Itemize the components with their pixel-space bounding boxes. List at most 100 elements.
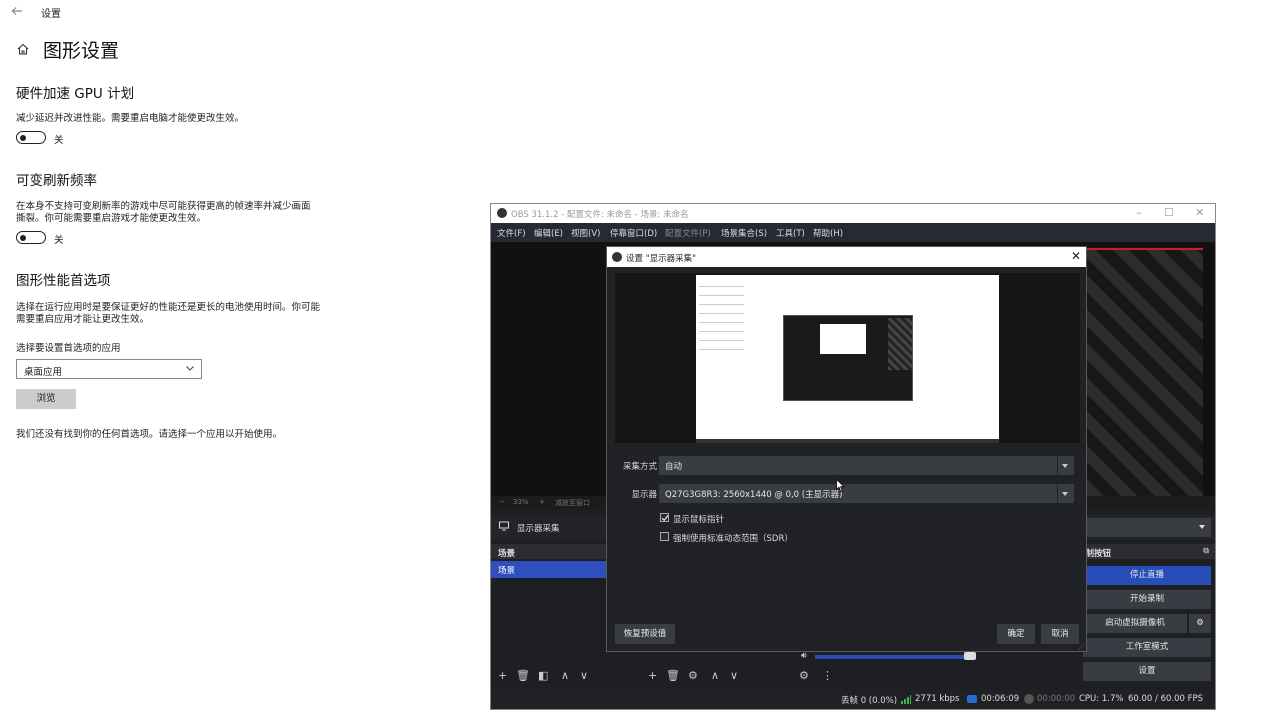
- scenes-dock-header: 场景: [491, 544, 606, 559]
- sources-toolbar: + 🗑︎ ⚙ ∧ ∨: [641, 667, 791, 687]
- perf-pref-title: 图形性能首选项: [16, 273, 111, 289]
- move-down-icon[interactable]: ∨: [580, 669, 588, 682]
- studio-mode-button[interactable]: 工作室模式: [1083, 638, 1211, 657]
- status-bar: 丢帧 0 (0.0%) 2771 kbps 00:06:09 00:00:00 …: [491, 690, 1215, 709]
- minimize-icon[interactable]: –: [1136, 206, 1142, 219]
- perf-pref-desc-line2: 需要重启应用才能让更改生效。: [16, 314, 150, 325]
- scene-item[interactable]: 场景: [491, 561, 606, 578]
- menu-tools[interactable]: 工具(T): [776, 227, 805, 239]
- settings-button[interactable]: 设置: [1083, 662, 1211, 681]
- remove-source-icon[interactable]: 🗑︎: [666, 669, 680, 682]
- add-scene-icon[interactable]: +: [498, 669, 507, 682]
- thumbnail-dialog: [820, 324, 866, 354]
- undock-icon[interactable]: ⧉: [1203, 546, 1209, 556]
- speaker-icon[interactable]: 🔊︎: [801, 651, 807, 661]
- chevron-down-icon: [1057, 456, 1071, 475]
- source-property-combo[interactable]: [1087, 518, 1211, 537]
- scenes-toolbar: + 🗑︎ ◧ ∧ ∨: [491, 667, 609, 687]
- chevron-down-icon: [1057, 484, 1071, 503]
- source-properties-dialog: 设置 "显示器采集" ✕ 采集方式 自动 显示器 Q27G3G8R3: 2560…: [606, 246, 1087, 652]
- menu-file[interactable]: 文件(F): [497, 227, 526, 239]
- zoom-fit-hint[interactable]: 减放至窗口: [555, 498, 590, 508]
- menu-profile[interactable]: 配置文件(P): [665, 227, 711, 239]
- obs-window-title: OBS 31.1.2 - 配置文件: 未命名 - 场景: 未命名: [511, 210, 689, 220]
- resize-grip-icon[interactable]: ⋰: [1078, 643, 1085, 651]
- move-down-icon[interactable]: ∨: [730, 669, 738, 682]
- vrr-title: 可变刷新频率: [16, 173, 97, 189]
- mixer-toolbar: ⚙ ⋮: [793, 667, 883, 687]
- display-label: 显示器: [631, 490, 657, 500]
- cpu-usage: CPU: 1.7%: [1079, 694, 1124, 704]
- controls-dock-header: 控制按钮 ⧉: [1077, 544, 1215, 559]
- record-time: 00:00:00: [1037, 694, 1076, 704]
- monitor-icon: [499, 521, 509, 534]
- obs-titlebar[interactable]: OBS 31.1.2 - 配置文件: 未命名 - 场景: 未命名 – ☐ ✕: [491, 204, 1215, 223]
- start-record-button[interactable]: 开始录制: [1083, 590, 1211, 609]
- cancel-button[interactable]: 取消: [1041, 624, 1079, 644]
- stream-icon: [967, 695, 977, 703]
- bitrate: 2771 kbps: [915, 694, 960, 704]
- show-cursor-label: 显示鼠标指针: [673, 515, 725, 525]
- display-select[interactable]: Q27G3G8R3: 2560x1440 @ 0,0 (主显示器): [659, 484, 1074, 503]
- menu-scene-collection[interactable]: 场景集合(S): [721, 227, 767, 239]
- remove-scene-icon[interactable]: 🗑︎: [516, 669, 530, 682]
- thumbnail-stripes: [888, 318, 912, 370]
- back-arrow-icon[interactable]: [10, 4, 24, 18]
- source-properties-gear-icon[interactable]: ⚙: [688, 669, 698, 682]
- page-title: 图形设置: [43, 40, 120, 62]
- show-cursor-checkbox[interactable]: [660, 513, 669, 522]
- mixer-menu-icon[interactable]: ⋮: [822, 669, 833, 682]
- menu-docks[interactable]: 停靠窗口(D): [610, 227, 657, 239]
- virtual-camera-settings-button[interactable]: ⚙: [1189, 614, 1211, 633]
- app-select-label: 选择要设置首选项的应用: [16, 343, 121, 354]
- move-up-icon[interactable]: ∧: [711, 669, 719, 682]
- force-sdr-label: 强制使用标准动态范围（SDR）: [673, 534, 793, 544]
- obs-logo-icon: [612, 252, 622, 262]
- close-icon[interactable]: ✕: [1195, 206, 1204, 219]
- checkmark-icon: [661, 515, 669, 522]
- zoom-out-icon[interactable]: −: [499, 498, 505, 506]
- live-indicator-line: [1087, 248, 1203, 250]
- capture-method-select[interactable]: 自动: [659, 456, 1074, 475]
- obs-menubar: 文件(F) 编辑(E) 视图(V) 停靠窗口(D) 配置文件(P) 场景集合(S…: [491, 223, 1215, 242]
- app-type-dropdown[interactable]: 桌面应用: [16, 359, 202, 379]
- display-value: Q27G3G8R3: 2560x1440 @ 0,0 (主显示器): [665, 490, 843, 500]
- preview-screen-thumbnail: [696, 275, 999, 443]
- fps-counter: 60.00 / 60.00 FPS: [1128, 694, 1204, 704]
- scene-filter-icon[interactable]: ◧: [538, 669, 548, 682]
- stop-stream-button[interactable]: 停止直播: [1083, 566, 1211, 585]
- no-preferences-message: 我们还没有找到你的任何首选项。请选择一个应用以开始使用。: [16, 429, 283, 440]
- menu-help[interactable]: 帮助(H): [813, 227, 843, 239]
- add-source-icon[interactable]: +: [648, 669, 657, 682]
- menu-view[interactable]: 视图(V): [571, 227, 600, 239]
- force-sdr-checkbox[interactable]: [660, 532, 669, 541]
- maximize-icon[interactable]: ☐: [1164, 206, 1174, 219]
- restore-defaults-button[interactable]: 恢复预设值: [615, 624, 675, 644]
- hardware-gpu-toggle[interactable]: [16, 131, 46, 144]
- zoom-in-icon[interactable]: +: [539, 498, 545, 506]
- preview-stripes: [1087, 248, 1203, 496]
- close-icon[interactable]: ✕: [1071, 249, 1081, 263]
- dialog-title: 设置 "显示器采集": [626, 254, 697, 264]
- app-type-dropdown-value: 桌面应用: [24, 367, 63, 378]
- obs-logo-icon: [497, 208, 507, 218]
- virtual-camera-button[interactable]: 启动虚拟摄像机: [1083, 614, 1187, 633]
- move-up-icon[interactable]: ∧: [561, 669, 569, 682]
- ok-button[interactable]: 确定: [997, 624, 1035, 644]
- home-icon[interactable]: [16, 41, 30, 55]
- record-icon: [1024, 694, 1034, 704]
- scenes-dock-title: 场景: [498, 549, 516, 559]
- menu-edit[interactable]: 编辑(E): [534, 227, 563, 239]
- dialog-titlebar[interactable]: 设置 "显示器采集" ✕: [607, 247, 1086, 267]
- hardware-gpu-title: 硬件加速 GPU 计划: [16, 86, 135, 102]
- thumbnail-settings-text: [699, 281, 744, 351]
- dropped-frames: 丢帧 0 (0.0%): [841, 696, 898, 706]
- volume-slider-handle[interactable]: [964, 652, 976, 660]
- browse-button[interactable]: 浏览: [16, 389, 76, 409]
- vrr-toggle-label: 关: [54, 235, 64, 246]
- vrr-toggle[interactable]: [16, 231, 46, 244]
- gear-icon: ⚙: [1196, 618, 1204, 628]
- advanced-audio-icon[interactable]: ⚙: [799, 669, 809, 682]
- window-title: 设置: [41, 9, 61, 20]
- chevron-down-icon: [185, 363, 195, 373]
